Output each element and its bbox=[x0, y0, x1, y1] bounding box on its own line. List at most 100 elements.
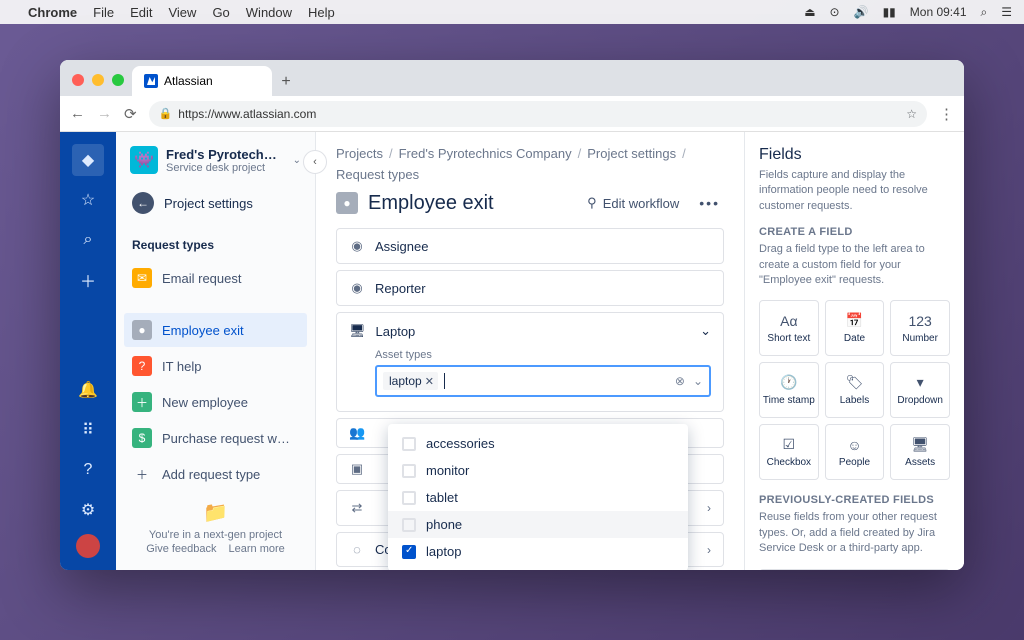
clock[interactable]: Mon 09:41 bbox=[910, 5, 967, 19]
sidebar-item-add-request-type[interactable]: ＋ Add request type bbox=[124, 457, 307, 491]
browser-menu-button[interactable]: ⋮ bbox=[939, 105, 954, 123]
dropdown-option-tablet[interactable]: tablet bbox=[388, 484, 688, 511]
workflow-icon: ⚲ bbox=[587, 195, 597, 211]
field-row-reporter[interactable]: ◉ Reporter bbox=[336, 270, 724, 306]
sidebar-item-new-employee[interactable]: ＋ New employee bbox=[124, 385, 307, 419]
text-icon: Aα bbox=[780, 313, 797, 329]
chevron-down-icon: ⌄ bbox=[293, 155, 301, 166]
nav-rail-notifications-icon[interactable]: 🔔 bbox=[72, 374, 104, 406]
tile-label: Dropdown bbox=[897, 395, 943, 406]
option-label: accessories bbox=[426, 436, 495, 451]
nav-rail-star-icon[interactable]: ☆ bbox=[72, 184, 104, 216]
nav-reload-button[interactable]: ⟳ bbox=[124, 105, 137, 123]
browser-tab[interactable]: Atlassian bbox=[132, 66, 272, 96]
sidebar-item-label: Employee exit bbox=[162, 323, 244, 338]
field-tile-time-stamp[interactable]: 🕐Time stamp bbox=[759, 362, 819, 418]
url-input[interactable]: 🔒 https://www.atlassian.com ☆ bbox=[149, 101, 927, 127]
dropdown-option-accessories[interactable]: accessories bbox=[388, 430, 688, 457]
sidebar-back-link[interactable]: ← Project settings bbox=[124, 186, 307, 220]
browser-window: Atlassian + ← → ⟳ 🔒 https://www.atlassia… bbox=[60, 60, 964, 570]
sidebar-item-purchase-request[interactable]: $ Purchase request w… bbox=[124, 421, 307, 455]
wifi-icon[interactable]: ⊙ bbox=[830, 5, 840, 19]
project-icon: 👾 bbox=[130, 146, 158, 174]
calendar-icon: 📅 bbox=[846, 312, 863, 329]
breadcrumb-link[interactable]: Fred's Pyrotechnics Company bbox=[399, 146, 572, 161]
nav-rail-settings-icon[interactable]: ⚙ bbox=[72, 494, 104, 526]
nav-back-button[interactable]: ← bbox=[70, 105, 85, 122]
sidebar-item-email-request[interactable]: ✉ Email request bbox=[124, 261, 307, 295]
project-switcher[interactable]: 👾 Fred's Pyrotech… Service desk project … bbox=[124, 146, 307, 186]
option-label: phone bbox=[426, 517, 462, 532]
volume-icon[interactable]: 🔊 bbox=[854, 5, 869, 19]
control-center-icon[interactable]: ☰ bbox=[1001, 5, 1012, 19]
sidebar-item-employee-exit[interactable]: ● Employee exit bbox=[124, 313, 307, 347]
spotlight-icon[interactable]: ⌕ bbox=[981, 5, 988, 20]
menu-help[interactable]: Help bbox=[308, 5, 335, 20]
browser-address-bar: ← → ⟳ 🔒 https://www.atlassian.com ☆ ⋮ bbox=[60, 96, 964, 132]
menu-file[interactable]: File bbox=[93, 5, 114, 20]
sidebar-back-label: Project settings bbox=[164, 196, 253, 211]
tile-label: Time stamp bbox=[763, 395, 815, 406]
footer-message: You're in a next-gen project bbox=[149, 529, 282, 541]
field-label: Reporter bbox=[375, 281, 426, 296]
dropdown-option-monitor[interactable]: monitor bbox=[388, 457, 688, 484]
chevron-down-icon[interactable]: ⌄ bbox=[693, 374, 703, 388]
nav-rail-home-icon[interactable]: ◆ bbox=[72, 144, 104, 176]
field-tile-people[interactable]: ☺People bbox=[825, 424, 885, 480]
dropdown-option-phone[interactable]: phone bbox=[388, 511, 688, 538]
lock-icon: 🔒 bbox=[159, 107, 173, 120]
dropdown-option-laptop[interactable]: laptop bbox=[388, 538, 688, 565]
prev-field-time-tracking[interactable]: ⏱ Time tracking bbox=[759, 569, 950, 570]
field-tile-short-text[interactable]: AαShort text bbox=[759, 300, 819, 356]
window-close-icon[interactable] bbox=[72, 74, 84, 86]
tile-label: Number bbox=[902, 333, 938, 344]
menubar-app-name[interactable]: Chrome bbox=[28, 5, 77, 20]
clear-input-icon[interactable]: ⊗ bbox=[675, 374, 685, 388]
menu-view[interactable]: View bbox=[168, 5, 196, 20]
sidebar-item-label: Purchase request w… bbox=[162, 431, 290, 446]
menu-edit[interactable]: Edit bbox=[130, 5, 152, 20]
chip-remove-icon[interactable]: ✕ bbox=[425, 375, 434, 388]
learn-more-link[interactable]: Learn more bbox=[229, 543, 285, 555]
dropdown-icon: ▾ bbox=[917, 374, 924, 391]
breadcrumb-link[interactable]: Projects bbox=[336, 146, 383, 161]
chevron-down-icon[interactable]: ⌄ bbox=[700, 323, 711, 339]
field-icon: ▣ bbox=[349, 461, 365, 477]
new-tab-button[interactable]: + bbox=[272, 68, 300, 96]
asset-types-input[interactable]: laptop ✕ ⊗ ⌄ bbox=[375, 365, 711, 397]
edit-workflow-button[interactable]: ⚲ Edit workflow bbox=[579, 190, 687, 216]
tag-icon: 🏷 bbox=[846, 374, 864, 391]
prev-created-heading: PREVIOUSLY-CREATED FIELDS bbox=[759, 494, 950, 506]
field-type-grid: AαShort text 📅Date 123Number 🕐Time stamp… bbox=[759, 300, 950, 480]
field-tile-dropdown[interactable]: ▾ Dropdown bbox=[890, 362, 950, 418]
nav-rail-create-icon[interactable]: ＋ bbox=[72, 264, 104, 296]
menu-go[interactable]: Go bbox=[212, 5, 229, 20]
asset-types-dropdown: accessories monitor tablet phone laptop bbox=[388, 424, 688, 570]
menu-window[interactable]: Window bbox=[246, 5, 292, 20]
more-actions-button[interactable]: ••• bbox=[695, 191, 724, 215]
plus-icon: ＋ bbox=[132, 392, 152, 412]
battery-icon[interactable]: ▮▮ bbox=[883, 5, 896, 19]
breadcrumbs: Projects/ Fred's Pyrotechnics Company/ P… bbox=[336, 146, 724, 182]
field-tile-checkbox[interactable]: ☑Checkbox bbox=[759, 424, 819, 480]
field-row-assignee[interactable]: ◉ Assignee bbox=[336, 228, 724, 264]
nav-rail-search-icon[interactable]: ⌕ bbox=[72, 224, 104, 256]
bookmark-icon[interactable]: ☆ bbox=[906, 107, 917, 121]
field-tile-date[interactable]: 📅Date bbox=[825, 300, 885, 356]
nav-rail-avatar[interactable] bbox=[76, 534, 100, 558]
nav-forward-button[interactable]: → bbox=[97, 105, 112, 122]
sidebar-item-it-help[interactable]: ? IT help bbox=[124, 349, 307, 383]
breadcrumb-link[interactable]: Project settings bbox=[587, 146, 676, 161]
browser-tabbar: Atlassian + bbox=[60, 60, 964, 96]
prev-created-desc: Reuse fields from your other request typ… bbox=[759, 510, 950, 556]
nav-rail-apps-icon[interactable]: ⠿ bbox=[72, 414, 104, 446]
field-tile-assets[interactable]: 🖥Assets bbox=[890, 424, 950, 480]
give-feedback-link[interactable]: Give feedback bbox=[146, 543, 216, 555]
window-maximize-icon[interactable] bbox=[112, 74, 124, 86]
field-tile-number[interactable]: 123Number bbox=[890, 300, 950, 356]
airplay-icon[interactable]: ⏏ bbox=[804, 5, 815, 19]
field-tile-labels[interactable]: 🏷Labels bbox=[825, 362, 885, 418]
nav-rail-help-icon[interactable]: ? bbox=[72, 454, 104, 486]
window-minimize-icon[interactable] bbox=[92, 74, 104, 86]
option-label: laptop bbox=[426, 544, 461, 559]
